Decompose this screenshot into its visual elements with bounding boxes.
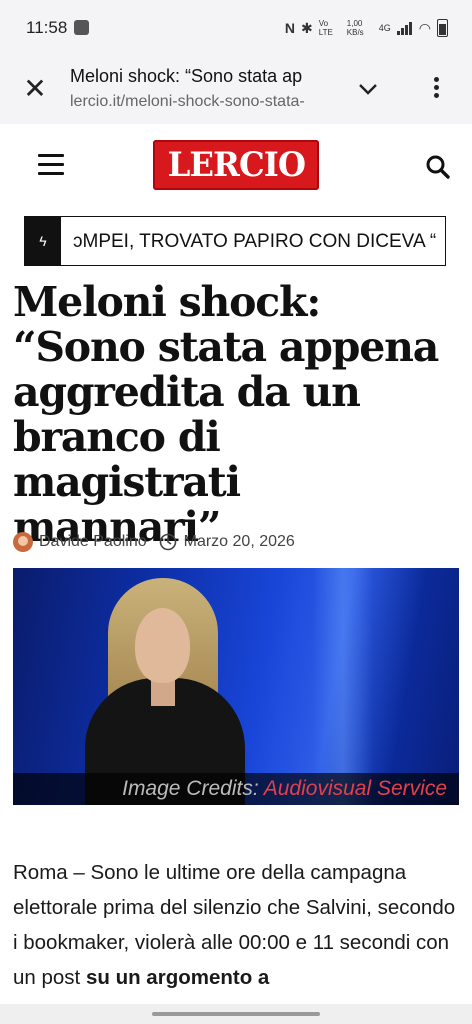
network-type: 4G <box>378 23 391 33</box>
browser-toolbar: ✕ Meloni shock: “Sono stata ap lercio.it… <box>0 56 472 125</box>
author-name[interactable]: Davide Paolino <box>39 533 147 551</box>
status-bar: 11:58 N ✱ Vo LTE 1,00 KB/s 4G ◠ <box>0 0 472 56</box>
article-body: Roma – Sono le ultime ore della campagna… <box>13 855 463 995</box>
close-icon[interactable]: ✕ <box>20 74 50 104</box>
article-headline: Meloni shock: “Sono stata appena aggredi… <box>13 278 439 551</box>
clock-icon <box>159 533 176 551</box>
shield-icon <box>74 20 89 35</box>
image-caption: Image Credits: Audiovisual Service <box>13 773 459 805</box>
page-title[interactable]: Meloni shock: “Sono stata ap <box>70 66 335 87</box>
volte-label: Vo LTE <box>318 19 333 37</box>
credit-prefix: Image Credits: <box>122 777 259 800</box>
logo-text: LERCIO <box>167 145 305 185</box>
status-time: 11:58 <box>26 18 68 37</box>
credit-link[interactable]: Audiovisual Service <box>264 777 447 800</box>
body-bold-text: su un argomento a <box>85 966 270 989</box>
wifi-icon: ◠ <box>418 19 431 36</box>
bluetooth-icon: ✱ <box>301 19 313 36</box>
search-icon[interactable] <box>425 154 451 180</box>
article-date: Marzo 20, 2026 <box>183 533 295 550</box>
home-handle[interactable] <box>152 1012 320 1016</box>
article-meta: Davide Paolino Marzo 20, 2026 <box>13 530 295 554</box>
site-logo[interactable]: LERCIO <box>153 140 319 190</box>
chevron-down-icon[interactable] <box>355 76 381 102</box>
gesture-bar <box>0 1004 472 1024</box>
nfc-icon: N <box>284 20 296 36</box>
avatar <box>13 532 33 552</box>
more-options-icon[interactable] <box>426 74 446 104</box>
menu-icon[interactable] <box>38 154 64 176</box>
article-image[interactable]: Image Credits: Audiovisual Service <box>13 568 459 805</box>
status-icons: N ✱ Vo LTE 1,00 KB/s 4G ◠ <box>285 19 448 37</box>
lightning-icon: ϟ <box>25 217 61 265</box>
signal-icon <box>396 21 413 35</box>
news-ticker[interactable]: ϟ ɔMPEI, TROVATO PAPIRO CON DICEVA “ <box>24 216 446 266</box>
site-header: LERCIO <box>0 124 472 208</box>
url-text[interactable]: lercio.it/meloni-shock-sono-stata- <box>70 93 332 111</box>
battery-icon <box>437 19 448 37</box>
network-speed: 1,00 KB/s <box>346 19 364 37</box>
ticker-text[interactable]: ɔMPEI, TROVATO PAPIRO CON DICEVA “ <box>73 231 445 253</box>
